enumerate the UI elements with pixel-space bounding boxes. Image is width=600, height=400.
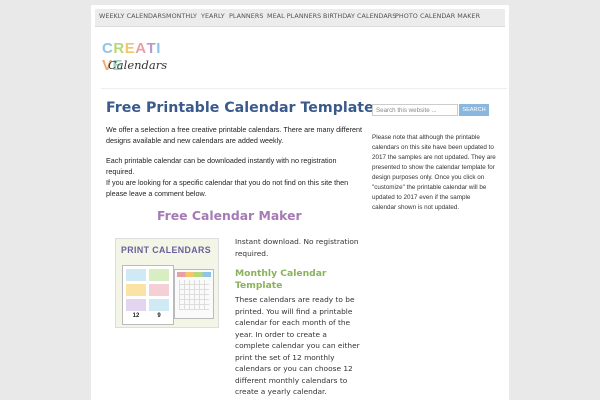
instant-download-text: Instant download. No registration requir… [235,237,359,258]
logo-letter: A [135,40,147,57]
nav-weekly-calendars[interactable]: WEEKLY CALENDARS [99,12,166,20]
site-logo[interactable]: CREATIVE Calendars [100,40,170,76]
top-nav: WEEKLY CALENDARS MONTHLY YEARLY PLANNERS… [95,9,505,27]
monthly-calendar-template-heading[interactable]: Monthly Calendar Template [235,268,345,292]
search-input[interactable]: Search this website ... [372,104,458,116]
monthly-calendar-description: These calendars are ready to be printed.… [235,295,360,396]
nav-birthday-calendars[interactable]: BIRTHDAY CALENDARS [323,12,396,20]
card-tile [126,299,146,311]
card-color-strip [177,272,211,277]
logo-calendars: Calendars [108,58,168,72]
intro-paragraph: We offer a selection a free creative pri… [106,125,362,145]
registration-paragraph: Each printable calendar can be downloade… [106,156,337,176]
calendar-card-front: 12 9 [122,265,174,325]
nav-yearly[interactable]: YEARLY [201,12,225,20]
card-tile [149,299,169,311]
logo-letter: T [146,40,157,57]
logo-letter: R [113,40,125,57]
calendar-card-back [174,269,214,319]
logo-letter: E [124,40,136,57]
print-calendars-thumbnail[interactable]: PRINT CALENDARS 12 9 [115,238,219,328]
card-tile [149,269,169,281]
nav-photo-calendar-maker[interactable]: PHOTO CALENDAR MAKER [395,12,480,20]
card-number: 9 [157,313,161,319]
card-tile [149,284,169,296]
nav-meal-planners[interactable]: MEAL PLANNERS [267,12,321,20]
calendar-maker-heading[interactable]: Free Calendar Maker [157,208,302,223]
sidebar-notice: Please note that although the printable … [372,134,496,211]
logo-letter: I [156,40,161,57]
card-grid [179,280,209,310]
nav-planners[interactable]: PLANNERS [229,12,263,20]
card-tile [126,269,146,281]
card-number: 12 [132,313,140,319]
page-title: Free Printable Calendar Templates [106,100,383,116]
search-button[interactable]: SEARCH [459,104,489,116]
header-divider [101,88,507,89]
comment-paragraph: If you are looking for a specific calend… [106,178,349,198]
card-tile [126,284,146,296]
thumb-title: PRINT CALENDARS [121,245,212,255]
logo-letter: C [102,40,114,57]
nav-monthly[interactable]: MONTHLY [166,12,197,20]
